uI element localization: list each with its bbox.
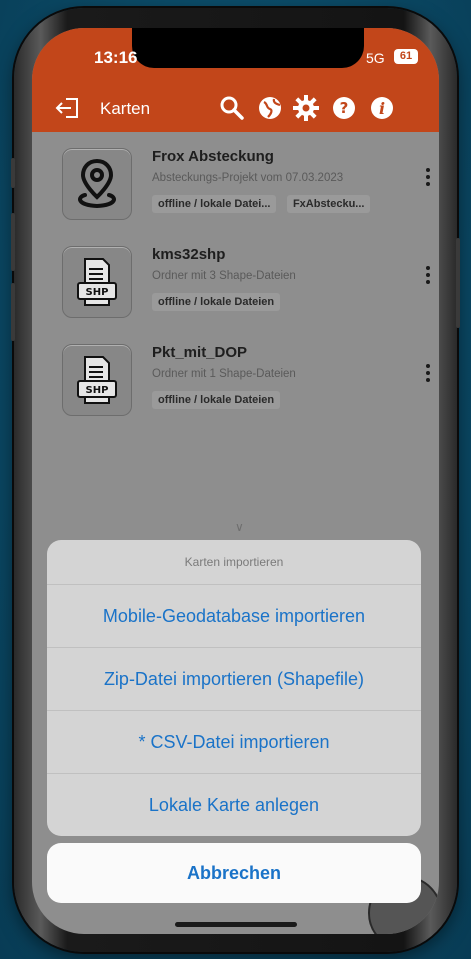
list-item[interactable]: SHP Pkt_mit_DOP Ordner mit 1 Shape-Datei… xyxy=(32,334,439,432)
help-icon[interactable]: ? xyxy=(330,94,358,122)
svg-text:SHP: SHP xyxy=(86,287,109,298)
header-toolbar: Karten ? i xyxy=(32,90,439,126)
power-button xyxy=(456,238,460,328)
storage-tag: offline / lokale Datei... xyxy=(152,195,277,213)
battery-indicator: 61 xyxy=(394,49,418,64)
gear-icon[interactable] xyxy=(292,94,320,122)
import-geodatabase-button[interactable]: Mobile-Geodatabase importieren xyxy=(47,585,421,648)
more-options-icon[interactable] xyxy=(424,266,432,288)
map-thumbnail: SHP xyxy=(62,344,132,416)
info-icon[interactable]: i xyxy=(368,94,396,122)
home-indicator xyxy=(175,922,297,927)
more-options-icon[interactable] xyxy=(424,364,432,386)
map-tags: offline / lokale Dateien xyxy=(152,292,286,311)
search-icon[interactable] xyxy=(218,94,246,122)
volume-up-button xyxy=(11,213,15,271)
network-indicator: 5G xyxy=(366,50,385,66)
more-options-icon[interactable] xyxy=(424,168,432,190)
app-header: 13:16 5G 61 Karten ? i xyxy=(32,28,439,132)
action-sheet: Karten importieren Mobile-Geodatabase im… xyxy=(47,540,421,836)
map-description: Ordner mit 3 Shape-Dateien xyxy=(152,270,296,282)
storage-tag: offline / lokale Dateien xyxy=(152,293,281,311)
cancel-button[interactable]: Abbrechen xyxy=(47,843,421,903)
globe-icon[interactable] xyxy=(256,94,284,122)
map-thumbnail xyxy=(62,148,132,220)
shp-file-icon: SHP xyxy=(77,356,117,404)
volume-down-button xyxy=(11,283,15,341)
map-tags: offline / lokale Datei... FxAbstecku... xyxy=(152,194,376,213)
import-zip-button[interactable]: Zip-Datei importieren (Shapefile) xyxy=(47,648,421,711)
map-list: Frox Absteckung Absteckungs-Projekt vom … xyxy=(32,138,439,432)
shp-file-icon: SHP xyxy=(77,258,117,306)
map-thumbnail: SHP xyxy=(62,246,132,318)
list-item[interactable]: SHP kms32shp Ordner mit 3 Shape-Dateien … xyxy=(32,236,439,334)
status-time: 13:16 xyxy=(94,48,138,67)
notch xyxy=(132,28,364,68)
create-local-map-button[interactable]: Lokale Karte anlegen xyxy=(47,774,421,836)
import-csv-button[interactable]: * CSV-Datei importieren xyxy=(47,711,421,774)
storage-tag: offline / lokale Dateien xyxy=(152,391,281,409)
map-description: Ordner mit 1 Shape-Dateien xyxy=(152,368,296,380)
svg-text:SHP: SHP xyxy=(86,385,109,396)
action-sheet-title: Karten importieren xyxy=(47,540,421,585)
page-title: Karten xyxy=(100,99,151,118)
map-title: kms32shp xyxy=(152,246,226,263)
svg-text:i: i xyxy=(379,99,385,118)
screen: 13:16 5G 61 Karten ? i Frox Absteckung A… xyxy=(32,28,439,934)
back-icon[interactable] xyxy=(54,94,82,122)
location-pin-icon xyxy=(78,158,116,209)
project-tag: FxAbstecku... xyxy=(286,195,371,213)
map-title: Frox Absteckung xyxy=(152,148,274,165)
map-title: Pkt_mit_DOP xyxy=(152,344,248,361)
map-description: Absteckungs-Projekt vom 07.03.2023 xyxy=(152,172,344,184)
chevron-down-icon: ∨ xyxy=(235,520,244,534)
svg-text:?: ? xyxy=(340,99,349,117)
map-tags: offline / lokale Dateien xyxy=(152,390,286,409)
list-item[interactable]: Frox Absteckung Absteckungs-Projekt vom … xyxy=(32,138,439,236)
mute-switch xyxy=(11,158,15,188)
